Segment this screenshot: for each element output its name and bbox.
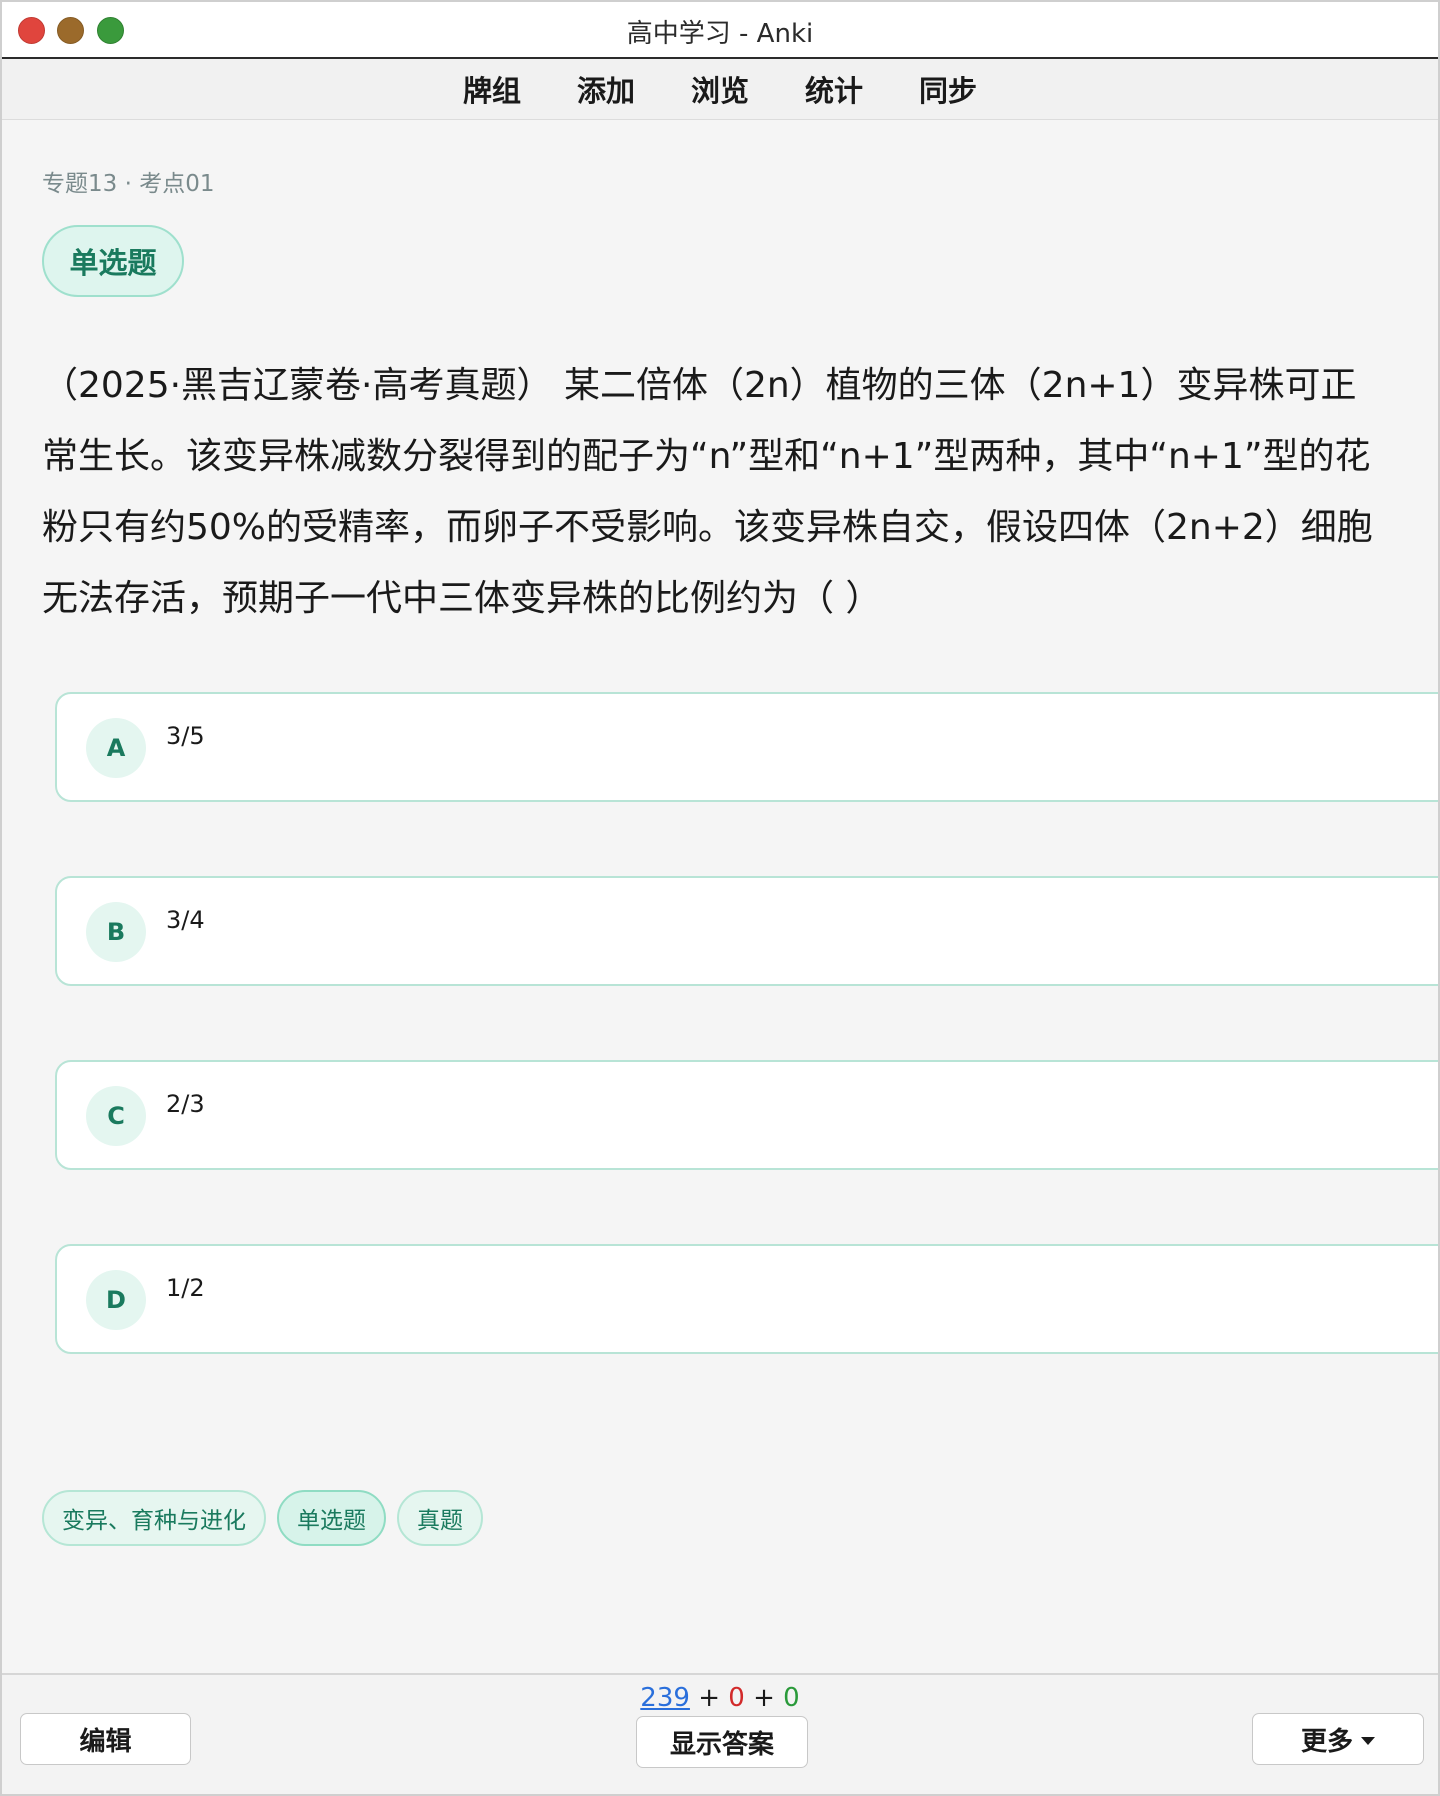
title-bar: 高中学习 - Anki <box>2 2 1438 59</box>
window-title: 高中学习 - Anki <box>626 19 814 49</box>
bottom-bar: 239 + 0 + 0 编辑 显示答案 更多 <box>2 1673 1438 1794</box>
option-letter: C <box>86 1086 146 1146</box>
option-text: 3/5 <box>166 722 205 750</box>
edit-button-label: 编辑 <box>79 1726 132 1757</box>
plus-sign: + <box>753 1683 775 1713</box>
tag-chip[interactable]: 单选题 <box>277 1490 386 1546</box>
option-letter: B <box>86 902 146 962</box>
plus-sign: + <box>698 1683 720 1713</box>
toolbar-decks[interactable]: 牌组 <box>463 68 521 110</box>
more-button-label: 更多 <box>1300 1726 1353 1757</box>
more-button[interactable]: 更多 <box>1252 1713 1424 1765</box>
learn-count: 0 <box>728 1683 745 1713</box>
option-text: 1/2 <box>166 1274 205 1302</box>
tag-list: 变异、育种与进化 单选题 真题 <box>42 1490 483 1546</box>
toolbar-add[interactable]: 添加 <box>577 68 635 110</box>
option-c[interactable]: C 2/3 <box>55 1060 1438 1170</box>
breadcrumb: 专题13 · 考点01 <box>42 171 215 197</box>
option-text: 2/3 <box>166 1090 205 1118</box>
chevron-down-icon <box>1361 1736 1375 1745</box>
option-text: 3/4 <box>166 906 205 934</box>
main-toolbar: 牌组 添加 浏览 统计 同步 <box>2 59 1438 120</box>
option-a[interactable]: A 3/5 <box>55 692 1438 802</box>
edit-button[interactable]: 编辑 <box>20 1713 191 1765</box>
show-answer-label: 显示答案 <box>669 1729 774 1760</box>
new-count[interactable]: 239 <box>640 1683 690 1713</box>
toolbar-browse[interactable]: 浏览 <box>691 68 749 110</box>
question-text: （2025·黑吉辽蒙卷·高考真题） 某二倍体（2n）植物的三体（2n+1）变异株… <box>42 365 1373 619</box>
option-letter: A <box>86 718 146 778</box>
toolbar-sync[interactable]: 同步 <box>919 68 977 110</box>
anki-window: 高中学习 - Anki 牌组 添加 浏览 统计 同步 专题13 · 考点01 单… <box>0 0 1440 1796</box>
option-d[interactable]: D 1/2 <box>55 1244 1438 1354</box>
review-count: 0 <box>783 1683 800 1713</box>
card-content: 专题13 · 考点01 单选题 （2025·黑吉辽蒙卷·高考真题） 某二倍体（2… <box>2 120 1438 1680</box>
option-letter: D <box>86 1270 146 1330</box>
tag-chip[interactable]: 变异、育种与进化 <box>42 1490 266 1546</box>
toolbar-stats[interactable]: 统计 <box>805 68 863 110</box>
show-answer-button[interactable]: 显示答案 <box>636 1716 808 1768</box>
tag-chip[interactable]: 真题 <box>397 1490 483 1546</box>
due-counts: 239 + 0 + 0 <box>2 1683 1438 1713</box>
option-b[interactable]: B 3/4 <box>55 876 1438 986</box>
question-type-badge: 单选题 <box>42 225 184 297</box>
